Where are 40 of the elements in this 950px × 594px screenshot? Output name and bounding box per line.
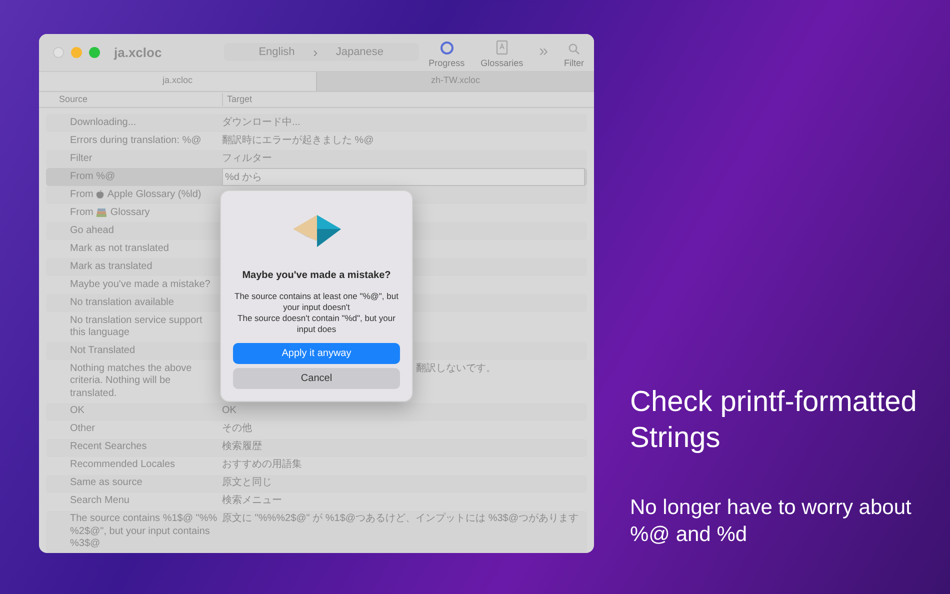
source-text: From bbox=[70, 206, 94, 220]
target-text: その他 bbox=[222, 423, 252, 434]
source-text: No translation available bbox=[70, 296, 174, 308]
source-text: From %@ bbox=[70, 170, 116, 182]
source-text: Downloading... bbox=[70, 116, 136, 128]
source-text: Other bbox=[70, 423, 96, 434]
source-text: The source contains %1$@ "%% %2$@", but your input contains %3$@ bbox=[70, 513, 218, 550]
promo-headline: Check printf-formatted Strings bbox=[630, 385, 918, 456]
source-text: Errors during translation: %@ bbox=[70, 134, 202, 146]
source-text: Mark as not translated bbox=[70, 242, 169, 254]
source-text: Same as source bbox=[70, 477, 142, 488]
target-text: おすすめの用語集 bbox=[222, 459, 302, 470]
source-text: OK bbox=[70, 405, 84, 416]
target-text: フィルター bbox=[222, 152, 272, 164]
source-text: Search Menu bbox=[70, 495, 130, 506]
target-text: 原文に "%%%2$@" が %1$@つあるけど、インプットには %3$@つがあります bbox=[222, 513, 578, 524]
target-text: 原文と同じ bbox=[222, 477, 272, 488]
target-text: 翻訳しないです。 bbox=[415, 362, 497, 376]
dialog-message: The source contains at least one "%@", but your input doesn't bbox=[234, 291, 400, 313]
source-text: From bbox=[70, 188, 94, 202]
source-text: Mark as translated bbox=[70, 260, 152, 272]
source-text: Not Translated bbox=[70, 344, 136, 356]
source-text: Maybe you've made a mistake? bbox=[70, 278, 210, 290]
source-text: Glossary bbox=[110, 206, 150, 220]
source-text: Apple Glossary (%ld) bbox=[107, 188, 202, 202]
target-text: ダウンロード中... bbox=[222, 116, 300, 128]
target-text: OK bbox=[222, 405, 236, 416]
window-title: ja.xcloc bbox=[114, 44, 162, 62]
target-text: 翻訳時にエラーが起きました %@ bbox=[222, 134, 374, 146]
source-text: Nothing matches the above criteria. Nothing will be translated. bbox=[70, 362, 192, 399]
target-text: 検索履歴 bbox=[222, 441, 262, 452]
source-text: Go ahead bbox=[70, 224, 114, 236]
source-text: Filter bbox=[70, 152, 92, 164]
dialog-message: The source doesn't contain "%d", but your input does bbox=[236, 313, 396, 335]
promo-subline: No longer have to worry about %@ and %d bbox=[630, 495, 912, 548]
source-text: Recommended Locales bbox=[70, 459, 176, 470]
dialog-title: Maybe you've made a mistake? bbox=[242, 269, 391, 283]
source-text: No translation service support this language bbox=[70, 314, 202, 338]
target-text: 検索メニュー bbox=[222, 495, 282, 506]
source-text: Recent Searches bbox=[70, 441, 147, 452]
